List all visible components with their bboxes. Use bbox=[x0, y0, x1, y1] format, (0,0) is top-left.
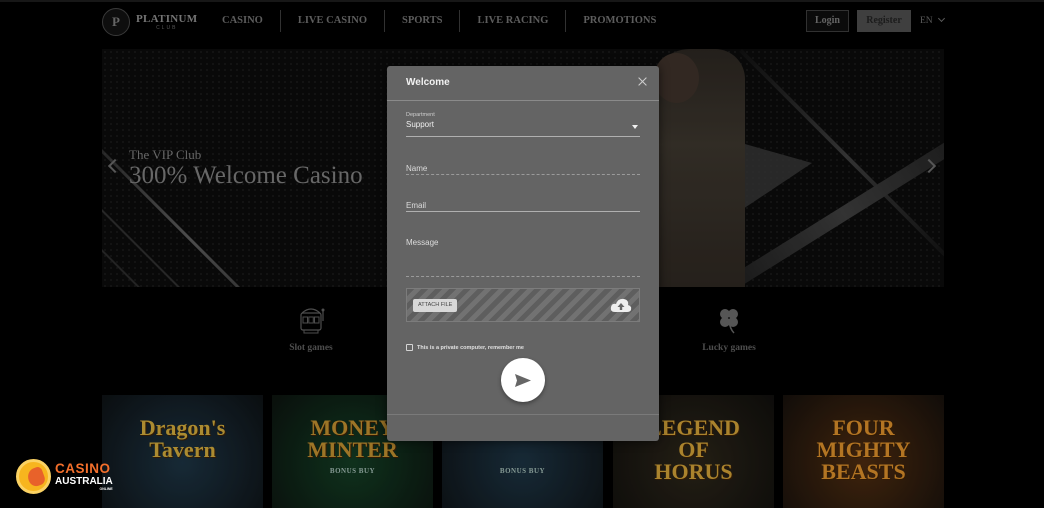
caret-down-icon bbox=[632, 125, 638, 129]
game-tile[interactable]: FOUR MIGHTY BEASTS bbox=[783, 395, 944, 508]
department-value: Support bbox=[406, 120, 435, 129]
decorative-stripe bbox=[102, 199, 236, 287]
clover-icon bbox=[720, 309, 738, 334]
dialog-footer-divider bbox=[387, 414, 659, 415]
file-drop-zone[interactable]: ATTACH FILE bbox=[406, 288, 640, 322]
register-button[interactable]: Register bbox=[857, 10, 911, 32]
nav-live-racing[interactable]: LIVE RACING bbox=[460, 10, 567, 32]
category-slot-games[interactable]: Slot games bbox=[261, 305, 361, 353]
hero-title: 300% Welcome Casino bbox=[129, 162, 363, 189]
game-title: Dragon's Tavern bbox=[139, 415, 226, 462]
attach-file-button[interactable]: ATTACH FILE bbox=[413, 299, 458, 312]
send-button[interactable] bbox=[501, 358, 545, 402]
kangaroo-logo-icon bbox=[16, 459, 51, 494]
dialog-title: Welcome bbox=[406, 77, 450, 88]
remember-me-checkbox[interactable]: This is a private computer, remember me bbox=[406, 344, 524, 351]
field-underline bbox=[406, 276, 640, 277]
name-input[interactable]: Name bbox=[406, 164, 640, 176]
close-icon[interactable] bbox=[637, 76, 649, 88]
watermark-line3: ONLINE bbox=[99, 487, 113, 491]
game-subtitle: BONUS BUY bbox=[499, 467, 546, 475]
dialog-divider bbox=[387, 100, 659, 101]
email-placeholder: Email bbox=[406, 201, 427, 210]
casino-australia-watermark: CASINO AUSTRALIA ONLINE bbox=[16, 459, 113, 494]
field-underline bbox=[406, 136, 640, 137]
message-textarea[interactable]: Message bbox=[406, 238, 640, 278]
remember-me-label: This is a private computer, remember me bbox=[417, 344, 524, 351]
platinum-club-logo[interactable]: P PLATINUM CLUB bbox=[102, 8, 197, 36]
slot-machine-icon bbox=[300, 308, 325, 334]
game-title: FOUR MIGHTY BEASTS bbox=[816, 415, 911, 484]
logo-badge-icon: P bbox=[102, 8, 130, 36]
top-header: P PLATINUM CLUB CASINO LIVE CASINO SPORT… bbox=[0, 0, 1044, 40]
language-code: EN bbox=[920, 16, 933, 26]
game-tile[interactable]: Dragon's Tavern bbox=[102, 395, 263, 508]
category-label: Lucky games bbox=[702, 343, 756, 353]
checkbox[interactable] bbox=[406, 344, 413, 351]
watermark-text: CASINO AUSTRALIA ONLINE bbox=[55, 460, 113, 492]
watermark-line2: AUSTRALIA bbox=[55, 476, 113, 487]
cloud-upload-icon bbox=[610, 298, 632, 312]
nav-live-casino[interactable]: LIVE CASINO bbox=[281, 10, 385, 32]
language-selector[interactable]: EN bbox=[920, 10, 945, 32]
category-lucky-games[interactable]: Lucky games bbox=[679, 305, 779, 353]
message-placeholder: Message bbox=[406, 238, 439, 247]
watermark-line1: CASINO bbox=[55, 460, 111, 476]
field-underline bbox=[406, 174, 640, 175]
game-subtitle: BONUS BUY bbox=[329, 467, 376, 475]
category-label: Slot games bbox=[289, 343, 333, 353]
name-placeholder: Name bbox=[406, 164, 428, 173]
logo-title: PLATINUM bbox=[136, 13, 198, 25]
nav-casino[interactable]: CASINO bbox=[205, 10, 281, 32]
field-underline bbox=[406, 211, 640, 212]
email-input[interactable]: Email bbox=[406, 201, 640, 213]
hero-subtitle: The VIP Club bbox=[129, 147, 202, 162]
department-select[interactable]: Department Support bbox=[406, 112, 640, 138]
send-icon bbox=[515, 373, 531, 387]
logo-text: PLATINUM CLUB bbox=[136, 13, 197, 31]
nav-sports[interactable]: SPORTS bbox=[385, 10, 461, 32]
nav-promotions[interactable]: PROMOTIONS bbox=[566, 10, 673, 32]
main-nav: CASINO LIVE CASINO SPORTS LIVE RACING PR… bbox=[205, 10, 673, 32]
department-label: Department bbox=[406, 112, 435, 118]
hero-character-head bbox=[654, 53, 699, 103]
chevron-down-icon bbox=[937, 14, 945, 23]
welcome-contact-dialog: Welcome Department Support Name Email Me… bbox=[387, 66, 659, 441]
logo-subtitle: CLUB bbox=[156, 25, 178, 31]
login-button[interactable]: Login bbox=[806, 10, 849, 32]
